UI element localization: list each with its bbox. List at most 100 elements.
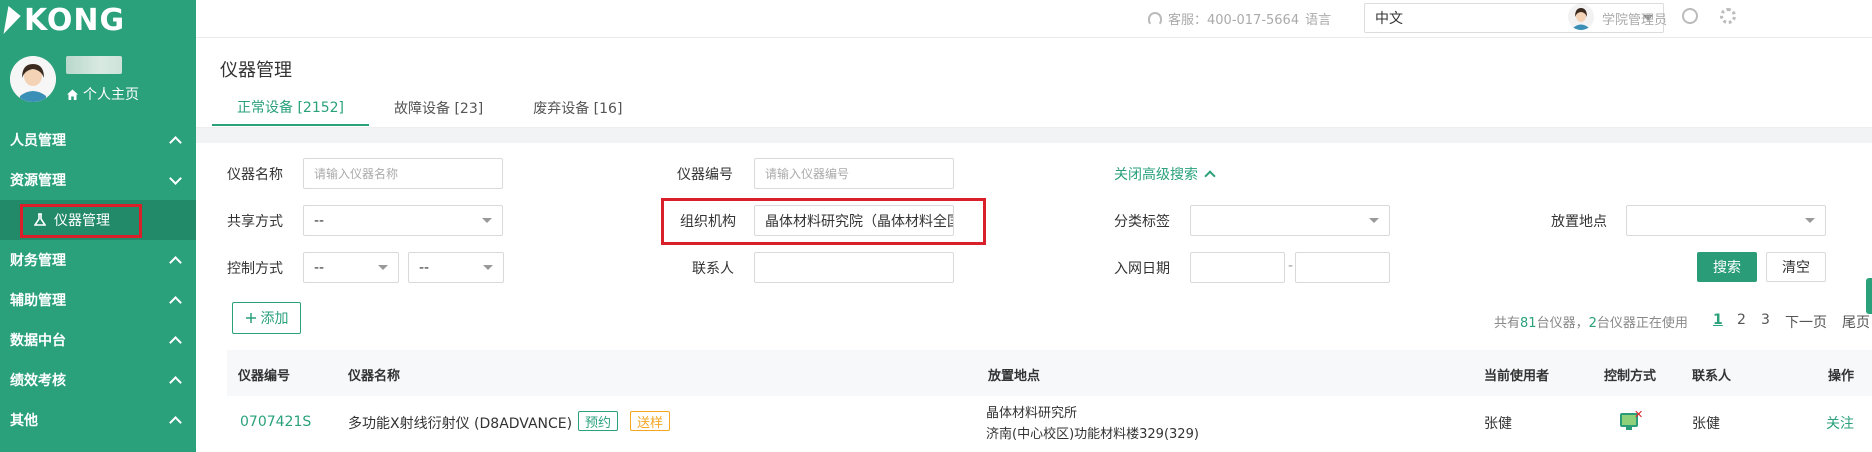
add-button-label: 添加 xyxy=(260,311,289,327)
share-value: -- xyxy=(314,212,325,229)
next-page-link[interactable]: 下一页 xyxy=(1785,312,1827,332)
language-label: 语言 xyxy=(1305,13,1332,28)
contact-label: 联系人 xyxy=(692,261,734,277)
caret-down-icon xyxy=(1369,218,1379,223)
logo-mark-icon xyxy=(3,6,23,34)
caret-down-icon xyxy=(1805,218,1815,223)
plus-icon xyxy=(245,313,256,323)
category-select[interactable] xyxy=(1190,205,1390,236)
side-drawer-handle[interactable] xyxy=(1866,278,1872,314)
service-phone: 客服：400-017-5664 xyxy=(1168,13,1300,28)
search-button[interactable]: 搜索 xyxy=(1697,252,1757,282)
header-current-user: 当前使用者 xyxy=(1484,369,1550,384)
control-select-1[interactable]: -- xyxy=(303,252,399,283)
follow-link[interactable]: 关注 xyxy=(1826,413,1854,433)
top-user-avatar[interactable] xyxy=(1568,4,1594,30)
header-code: 仪器编号 xyxy=(238,369,291,384)
location-line-1: 晶体材料研究所 xyxy=(986,406,1078,421)
home-link[interactable]: 个人主页 xyxy=(66,84,139,104)
summary-prefix: 共有 xyxy=(1494,316,1521,331)
sidebar-item-label: 其他 xyxy=(10,413,38,429)
current-user-name[interactable]: 学院管理员 xyxy=(1602,9,1667,28)
contact-input[interactable] xyxy=(754,252,954,283)
header-contact: 联系人 xyxy=(1692,369,1732,384)
booking-tag[interactable]: 预约 xyxy=(578,411,619,431)
header-actions: 操作 xyxy=(1828,369,1855,384)
sidebar-item-auxiliary[interactable]: 辅助管理 xyxy=(0,280,196,320)
code-label: 仪器编号 xyxy=(677,167,733,183)
gear-icon[interactable] xyxy=(1720,8,1736,24)
chevron-up-icon xyxy=(169,335,182,349)
sidebar-item-label: 辅助管理 xyxy=(10,293,66,309)
customer-service: 客服：400-017-5664 语言 xyxy=(1148,9,1331,28)
header-control: 控制方式 xyxy=(1604,369,1657,384)
sidebar-item-label: 绩效考核 xyxy=(10,373,66,389)
info-icon[interactable] xyxy=(1682,8,1698,24)
tab-normal[interactable]: 正常设备 [2152] xyxy=(212,90,370,126)
chevron-up-icon xyxy=(169,255,182,269)
control-select-2[interactable]: -- xyxy=(408,252,504,283)
chevron-up-icon xyxy=(169,375,182,389)
current-user: 张健 xyxy=(1484,416,1512,432)
page-link-1[interactable]: 1 xyxy=(1713,312,1723,328)
location-line-2: 济南(中心校区)功能材料楼329(329) xyxy=(986,427,1199,442)
caret-down-icon xyxy=(378,265,388,270)
page-link-2[interactable]: 2 xyxy=(1737,312,1746,328)
sample-tag[interactable]: 送样 xyxy=(630,411,671,431)
add-button[interactable]: 添加 xyxy=(232,302,301,334)
caret-down-icon xyxy=(483,265,493,270)
sidebar-item-data-center[interactable]: 数据中台 xyxy=(0,320,196,360)
sidebar-item-label: 数据中台 xyxy=(10,333,66,349)
brand-logo[interactable]: KONG xyxy=(3,2,126,38)
sidebar: KONG 个人主页 人员管理 资源管理 仪器管理 财务管理 辅助管理 数据中台 … xyxy=(0,0,196,452)
code-input[interactable]: 请输入仪器编号 xyxy=(754,158,954,189)
tab-faulty[interactable]: 故障设备 [23] xyxy=(369,90,508,126)
username-blurred xyxy=(66,56,122,74)
summary-count: 81 xyxy=(1520,316,1537,331)
logo-text: KONG xyxy=(24,2,126,38)
location-label: 放置地点 xyxy=(1551,214,1607,230)
control-value-1: -- xyxy=(314,259,325,276)
highlight-annotation-box xyxy=(20,204,142,238)
sidebar-item-resources[interactable]: 资源管理 xyxy=(0,160,196,200)
sidebar-item-other[interactable]: 其他 xyxy=(0,400,196,440)
advanced-search-label: 关闭高级搜索 xyxy=(1114,167,1198,183)
section-divider xyxy=(196,127,1872,143)
last-page-link[interactable]: 尾页 xyxy=(1842,312,1870,332)
page-title: 仪器管理 xyxy=(220,60,292,81)
share-select[interactable]: -- xyxy=(303,205,503,236)
contact-person: 张健 xyxy=(1692,416,1720,432)
sidebar-nav: 人员管理 资源管理 仪器管理 财务管理 辅助管理 数据中台 绩效考核 其他 xyxy=(0,120,196,440)
top-bar: 客服：400-017-5664 语言 中文 学院管理员 xyxy=(196,0,1872,38)
sidebar-item-label: 财务管理 xyxy=(10,253,66,269)
instrument-name[interactable]: 多功能X射线衍射仪 (D8ADVANCE) xyxy=(348,413,572,433)
location-select[interactable] xyxy=(1626,205,1826,236)
header-location: 放置地点 xyxy=(988,369,1041,384)
chevron-up-icon xyxy=(169,295,182,309)
category-label: 分类标签 xyxy=(1114,214,1170,230)
summary-suffix: 台仪器正在使用 xyxy=(1596,316,1688,331)
language-value: 中文 xyxy=(1375,11,1403,27)
sidebar-item-personnel[interactable]: 人员管理 xyxy=(0,120,196,160)
sidebar-item-performance[interactable]: 绩效考核 xyxy=(0,360,196,400)
user-avatar[interactable] xyxy=(10,56,56,102)
instrument-code-link[interactable]: 0707421S xyxy=(240,414,311,430)
date-start-input[interactable] xyxy=(1190,252,1285,283)
date-label: 入网日期 xyxy=(1114,261,1170,277)
share-label: 共享方式 xyxy=(227,214,283,230)
header-name: 仪器名称 xyxy=(348,369,401,384)
advanced-search-toggle[interactable]: 关闭高级搜索 xyxy=(1114,164,1216,184)
date-end-input[interactable] xyxy=(1295,252,1390,283)
sidebar-item-finance[interactable]: 财务管理 xyxy=(0,240,196,280)
chevron-up-icon xyxy=(169,415,182,429)
clear-button[interactable]: 清空 xyxy=(1766,252,1826,282)
name-label: 仪器名称 xyxy=(227,167,283,183)
home-icon xyxy=(67,89,78,100)
name-input[interactable]: 请输入仪器名称 xyxy=(303,158,503,189)
page-link-3[interactable]: 3 xyxy=(1761,312,1770,328)
control-label: 控制方式 xyxy=(227,261,283,277)
control-value-2: -- xyxy=(419,259,430,276)
tab-discarded[interactable]: 废弃设备 [16] xyxy=(508,90,647,126)
chevron-down-icon xyxy=(169,171,182,185)
summary-mid: 台仪器， xyxy=(1536,316,1589,331)
